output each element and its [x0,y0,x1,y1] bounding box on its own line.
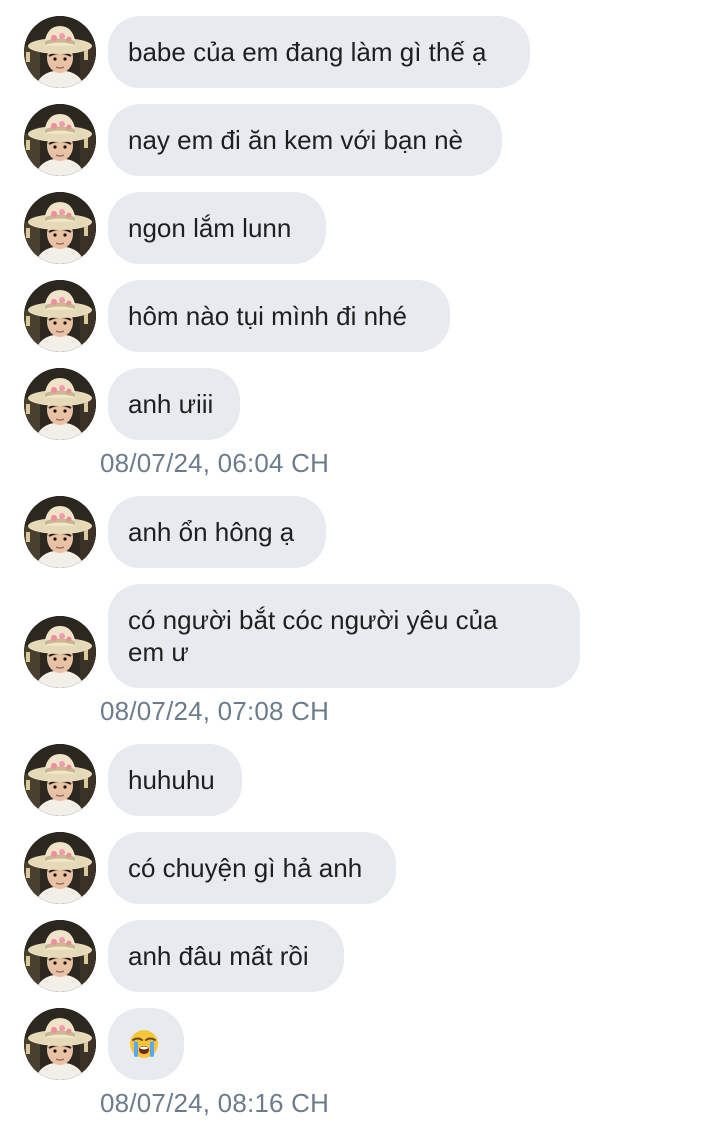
avatar-image [24,104,96,176]
avatar-image [24,192,96,264]
avatar[interactable] [24,1008,96,1080]
message-bubble[interactable]: hôm nào tụi mình đi nhé [108,280,450,352]
avatar[interactable] [24,744,96,816]
avatar-image [24,368,96,440]
avatar[interactable] [24,16,96,88]
message-bubble[interactable]: nay em đi ăn kem với bạn nè [108,104,502,176]
message-bubble[interactable]: ngon lắm lunn [108,192,326,264]
avatar[interactable] [24,616,96,688]
message-bubble[interactable]: có chuyện gì hả anh [108,832,396,904]
message-bubble[interactable]: anh đâu mất rồi [108,920,344,992]
message-bubble[interactable]: huhuhu [108,744,242,816]
loudly-crying-face-icon [130,1030,158,1058]
avatar[interactable] [24,368,96,440]
avatar-image [24,920,96,992]
message-timestamp: 08/07/24, 07:08 CH [100,696,330,726]
avatar-image [24,832,96,904]
message-timestamp: 08/07/24, 06:04 CH [100,448,330,478]
avatar[interactable] [24,192,96,264]
avatar-image [24,616,96,688]
avatar-image [24,496,96,568]
message-thread: babe của em đang làm gì thế ạ nay em đi … [0,0,720,1134]
avatar[interactable] [24,104,96,176]
message-bubble[interactable]: babe của em đang làm gì thế ạ [108,16,530,88]
avatar-image [24,280,96,352]
avatar[interactable] [24,496,96,568]
message-bubble[interactable]: có người bắt cóc người yêu của em ư [108,584,580,688]
avatar-image [24,744,96,816]
message-bubble[interactable]: anh ổn hông ạ [108,496,326,568]
avatar[interactable] [24,832,96,904]
avatar-image [24,1008,96,1080]
avatar[interactable] [24,920,96,992]
avatar[interactable] [24,280,96,352]
message-timestamp: 08/07/24, 08:16 CH [100,1088,330,1118]
message-bubble[interactable] [108,1008,184,1080]
message-bubble[interactable]: anh ưiii [108,368,240,440]
avatar-image [24,16,96,88]
